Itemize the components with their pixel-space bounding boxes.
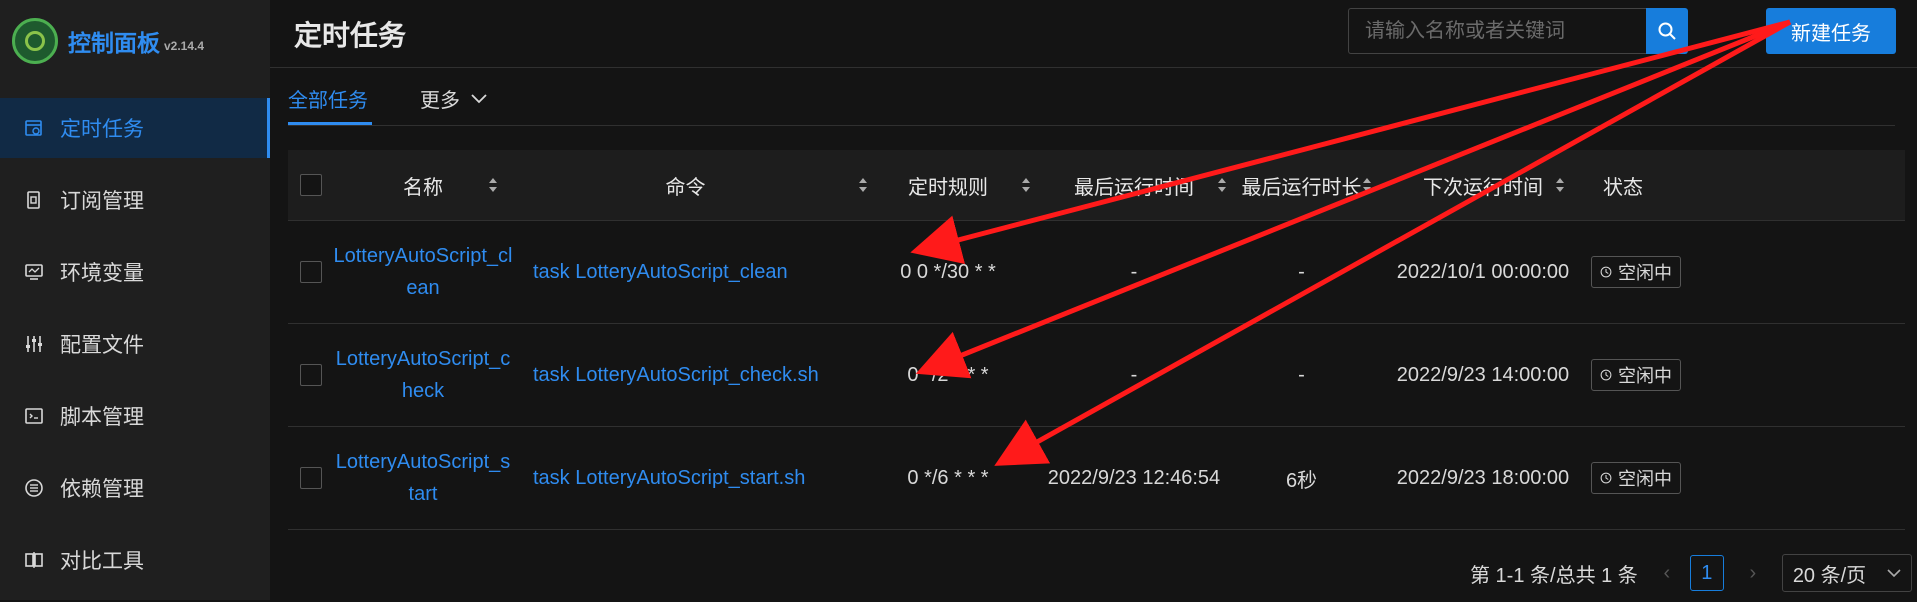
- search-button[interactable]: [1646, 8, 1688, 54]
- task-command[interactable]: task LotteryAutoScript_start.sh: [533, 427, 873, 529]
- task-name-link[interactable]: LotteryAutoScript_check: [333, 343, 513, 407]
- main-content: 定时任务 新建任务 全部任务 更多 名称 命令 定时规则 最后运行时间 最后运行…: [270, 0, 1917, 600]
- diff-icon: [24, 550, 44, 570]
- new-task-button[interactable]: 新建任务: [1766, 8, 1896, 54]
- header-divider: [270, 67, 1917, 68]
- pagination-total: 第 1-1 条/总共 1 条: [1470, 564, 1638, 587]
- table-row: LotteryAutoScript_clean task LotteryAuto…: [288, 221, 1905, 324]
- app-title: 控制面板: [68, 30, 160, 56]
- app-version: v2.14.4: [164, 39, 205, 53]
- prev-page-button[interactable]: ‹: [1652, 562, 1682, 585]
- sort-icon[interactable]: [488, 175, 498, 195]
- pagination: 第 1-1 条/总共 1 条 ‹ 1 › 20 条/页: [1470, 553, 1912, 593]
- sort-icon[interactable]: [1362, 175, 1372, 195]
- task-tabs: 全部任务 更多: [288, 80, 1895, 126]
- sidebar-item-label: 依赖管理: [60, 478, 144, 501]
- tab-all-tasks[interactable]: 全部任务: [288, 84, 368, 113]
- row-checkbox[interactable]: [300, 261, 322, 283]
- task-schedule: 0 */2 * * *: [907, 363, 989, 386]
- sort-icon[interactable]: [858, 175, 868, 195]
- task-name-link[interactable]: LotteryAutoScript_clean: [333, 240, 513, 304]
- task-schedule: 0 */6 * * *: [907, 466, 989, 489]
- task-name-link[interactable]: LotteryAutoScript_start: [333, 446, 513, 510]
- row-checkbox[interactable]: [300, 467, 322, 489]
- select-all-checkbox[interactable]: [300, 174, 322, 196]
- next-page-button[interactable]: ›: [1738, 562, 1768, 585]
- tab-more[interactable]: 更多: [420, 84, 488, 113]
- sort-icon[interactable]: [1217, 175, 1227, 195]
- task-next-run: 2022/9/23 18:00:00: [1396, 466, 1570, 489]
- clock-icon: [1600, 472, 1612, 484]
- sidebar-item-cron[interactable]: 定时任务: [0, 98, 270, 158]
- task-last-run: -: [1130, 260, 1138, 283]
- task-last-run: -: [1130, 363, 1138, 386]
- status-badge: 空闲中: [1591, 462, 1681, 494]
- sidebar-item-deps[interactable]: 依赖管理: [0, 458, 270, 518]
- task-last-run: 2022/9/23 12:46:54: [1047, 466, 1221, 489]
- sidebar-item-label: 订阅管理: [60, 190, 144, 213]
- task-duration: 6秒: [1285, 469, 1318, 492]
- app-logo[interactable]: 控制面板 v2.14.4: [12, 18, 204, 64]
- status-badge: 空闲中: [1591, 256, 1681, 288]
- search-box: [1348, 8, 1688, 54]
- page-title: 定时任务: [294, 20, 407, 51]
- task-command[interactable]: task LotteryAutoScript_clean: [533, 221, 873, 323]
- search-icon: [1658, 22, 1676, 40]
- search-input[interactable]: [1348, 8, 1646, 54]
- table-row: LotteryAutoScript_start task LotteryAuto…: [288, 427, 1905, 530]
- sidebar-item-label: 环境变量: [60, 262, 144, 285]
- page-number-current[interactable]: 1: [1689, 555, 1724, 591]
- list-circle-icon: [24, 478, 44, 498]
- sort-icon[interactable]: [1021, 175, 1031, 195]
- column-header-name[interactable]: 名称: [333, 150, 513, 220]
- tab-more-label: 更多: [420, 90, 460, 112]
- code-icon: [24, 406, 44, 426]
- sort-icon[interactable]: [1555, 175, 1565, 195]
- task-duration: -: [1298, 260, 1305, 283]
- sidebar-item-label: 配置文件: [60, 334, 144, 357]
- sidebar-item-scripts[interactable]: 脚本管理: [0, 386, 270, 446]
- column-header-command[interactable]: 命令: [513, 150, 858, 220]
- task-schedule: 0 0 */30 * *: [900, 260, 996, 283]
- sidebar-item-config[interactable]: 配置文件: [0, 314, 270, 374]
- sidebar-item-label: 定时任务: [60, 118, 144, 141]
- clock-icon: [1600, 369, 1612, 381]
- row-checkbox[interactable]: [300, 364, 322, 386]
- clock-icon: [1600, 266, 1612, 278]
- sidebar-item-subscription[interactable]: 订阅管理: [0, 170, 270, 230]
- clock-calendar-icon: [24, 118, 44, 138]
- table-header: 名称 命令 定时规则 最后运行时间 最后运行时长 下次运行时间 状态: [288, 150, 1905, 221]
- column-header-schedule[interactable]: 定时规则: [878, 150, 1018, 220]
- task-next-run: 2022/10/1 00:00:00: [1396, 260, 1570, 283]
- tab-ink-bar: [288, 122, 372, 125]
- page-size-select[interactable]: 20 条/页: [1781, 554, 1912, 592]
- task-duration: -: [1298, 363, 1305, 386]
- monitor-icon: [24, 262, 44, 282]
- sliders-icon: [24, 334, 44, 354]
- sidebar-item-env[interactable]: 环境变量: [0, 242, 270, 302]
- sidebar: 控制面板 v2.14.4 定时任务 订阅管理 环境变量 配置文件 脚本管理 依赖…: [0, 0, 270, 600]
- column-header-duration[interactable]: 最后运行时长: [1234, 150, 1369, 220]
- task-table: 名称 命令 定时规则 最后运行时间 最后运行时长 下次运行时间 状态 Lotte…: [288, 150, 1905, 530]
- column-header-last-run[interactable]: 最后运行时间: [1034, 150, 1234, 220]
- sidebar-item-label: 脚本管理: [60, 406, 144, 429]
- sidebar-item-diff[interactable]: 对比工具: [0, 530, 270, 590]
- chevron-down-icon: [1887, 569, 1901, 578]
- status-badge: 空闲中: [1591, 359, 1681, 391]
- subscription-icon: [24, 190, 44, 210]
- chevron-down-icon: [471, 93, 487, 103]
- sidebar-item-label: 对比工具: [60, 550, 144, 573]
- table-row: LotteryAutoScript_check task LotteryAuto…: [288, 324, 1905, 427]
- logo-icon: [12, 18, 58, 64]
- task-command[interactable]: task LotteryAutoScript_check.sh: [533, 324, 873, 426]
- column-header-status[interactable]: 状态: [1573, 150, 1673, 220]
- task-next-run: 2022/9/23 14:00:00: [1396, 363, 1570, 386]
- sidebar-nav: 定时任务 订阅管理 环境变量 配置文件 脚本管理 依赖管理 对比工具: [0, 98, 270, 602]
